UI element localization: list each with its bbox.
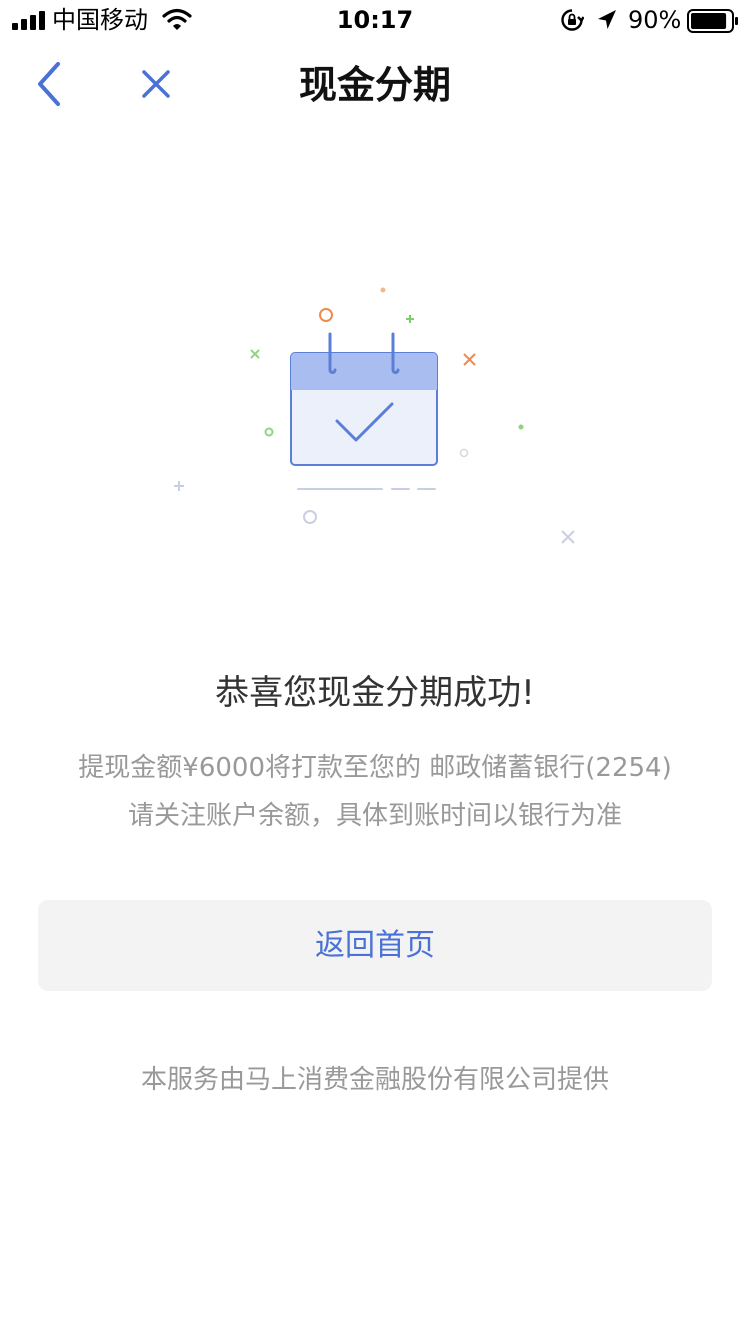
- battery-percent: 90%: [628, 6, 682, 34]
- return-home-button[interactable]: 返回首页: [38, 900, 712, 991]
- arrival-notice: 请关注账户余额，具体到账时间以银行为准: [127, 801, 622, 831]
- battery-icon: [687, 9, 738, 33]
- location-arrow-icon: [598, 10, 616, 29]
- status-bar: 中国移动 10:17 90%: [0, 0, 750, 40]
- page-title: 现金分期: [298, 63, 451, 107]
- withdrawal-description: 提现金额¥6000将打款至您的 邮政储蓄银行(2254): [78, 753, 672, 783]
- service-provider-text: 本服务由马上消费金融股份有限公司提供: [140, 1065, 609, 1095]
- orientation-lock-icon: [561, 9, 584, 31]
- success-title: 恭喜您现金分期成功!: [215, 673, 535, 713]
- calendar-check-icon: [174, 287, 575, 544]
- success-illustration: [160, 270, 590, 560]
